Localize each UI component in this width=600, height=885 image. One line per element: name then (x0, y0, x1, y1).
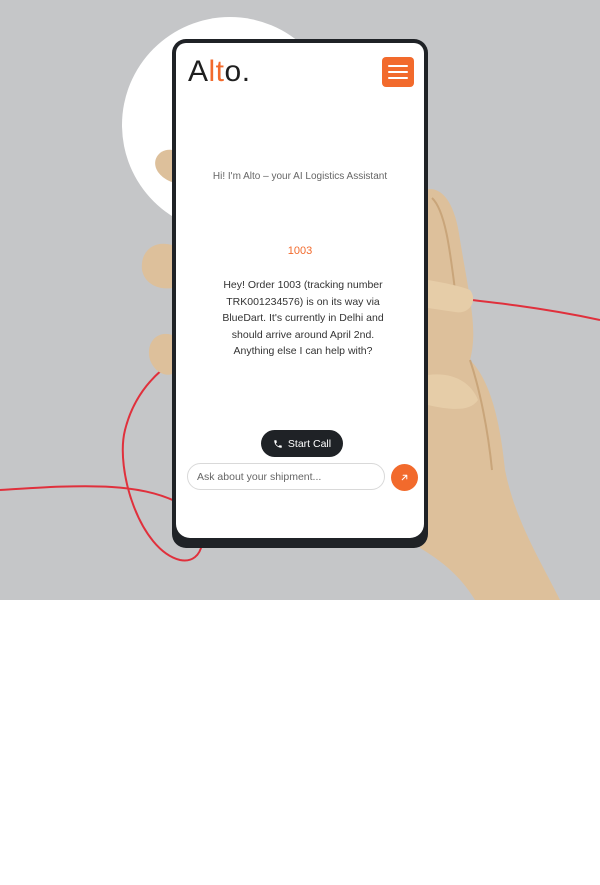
hamburger-icon (388, 77, 408, 79)
start-call-button[interactable]: Start Call (261, 430, 343, 457)
assistant-message: Hey! Order 1003 (tracking number TRK0012… (222, 279, 384, 357)
start-call-label: Start Call (287, 437, 332, 450)
user-message: 1003 (287, 245, 313, 257)
send-button[interactable] (391, 464, 418, 491)
arrow-up-right-icon (401, 474, 408, 481)
phone-icon (274, 439, 282, 448)
hamburger-icon (388, 65, 408, 67)
alto-logo: Alto. (188, 55, 251, 89)
menu-button[interactable] (382, 57, 414, 87)
logo-part: A (188, 55, 209, 88)
hamburger-icon (388, 71, 408, 73)
assistant-greeting: Hi! I'm Alto – your AI Logistics Assista… (212, 171, 388, 182)
phone-frame: Alto. Hi! I'm Alto – your AI Logistics A… (172, 39, 428, 548)
shipment-query-input[interactable] (187, 463, 385, 490)
logo-part: o. (224, 55, 251, 88)
phone-screen: Alto. Hi! I'm Alto – your AI Logistics A… (176, 43, 424, 538)
logo-accent: lt (208, 55, 225, 88)
